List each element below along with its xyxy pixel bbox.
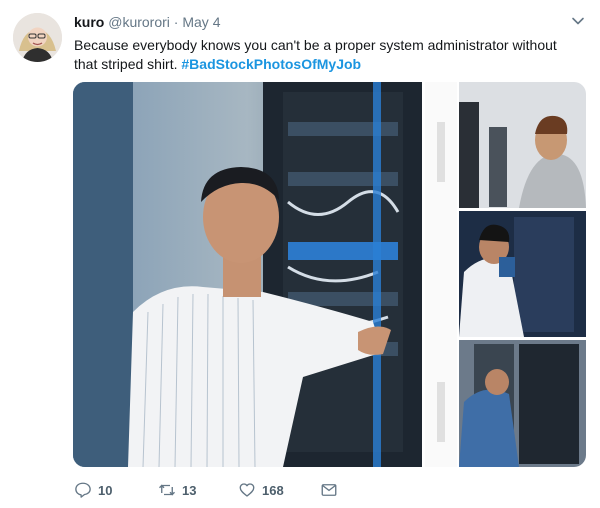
main-photo[interactable] [73, 82, 422, 467]
reply-icon [75, 482, 91, 498]
separator-dot: · [173, 14, 179, 30]
media-grid[interactable] [73, 82, 586, 467]
like-button[interactable]: 168 [238, 478, 284, 502]
thumbnail-stack[interactable] [459, 82, 586, 467]
side-strip-image [425, 82, 457, 467]
retweet-count: 13 [182, 482, 197, 498]
like-count: 168 [262, 482, 284, 498]
tweet-card[interactable]: kuro @kurorori · May 4 Because everybody… [0, 0, 600, 508]
envelope-icon [321, 484, 337, 496]
reply-count: 10 [98, 482, 113, 498]
avatar-image [13, 13, 62, 62]
hashtag-link[interactable]: #BadStockPhotosOfMyJob [181, 56, 361, 72]
heart-icon [239, 483, 255, 497]
chevron-down-icon[interactable] [570, 13, 586, 29]
display-name[interactable]: kuro [74, 14, 104, 30]
avatar[interactable] [13, 13, 62, 62]
retweet-button[interactable]: 13 [158, 478, 196, 502]
user-handle[interactable]: @kurorori [108, 14, 170, 30]
tweet-date[interactable]: May 4 [182, 14, 220, 30]
tweet-header: kuro @kurorori · May 4 [74, 13, 570, 31]
tweet-text: Because everybody knows you can't be a p… [74, 36, 584, 74]
action-bar: 10 13 168 [74, 478, 434, 502]
direct-message-button[interactable] [320, 478, 344, 502]
retweet-icon [159, 484, 175, 496]
reply-button[interactable]: 10 [74, 478, 112, 502]
